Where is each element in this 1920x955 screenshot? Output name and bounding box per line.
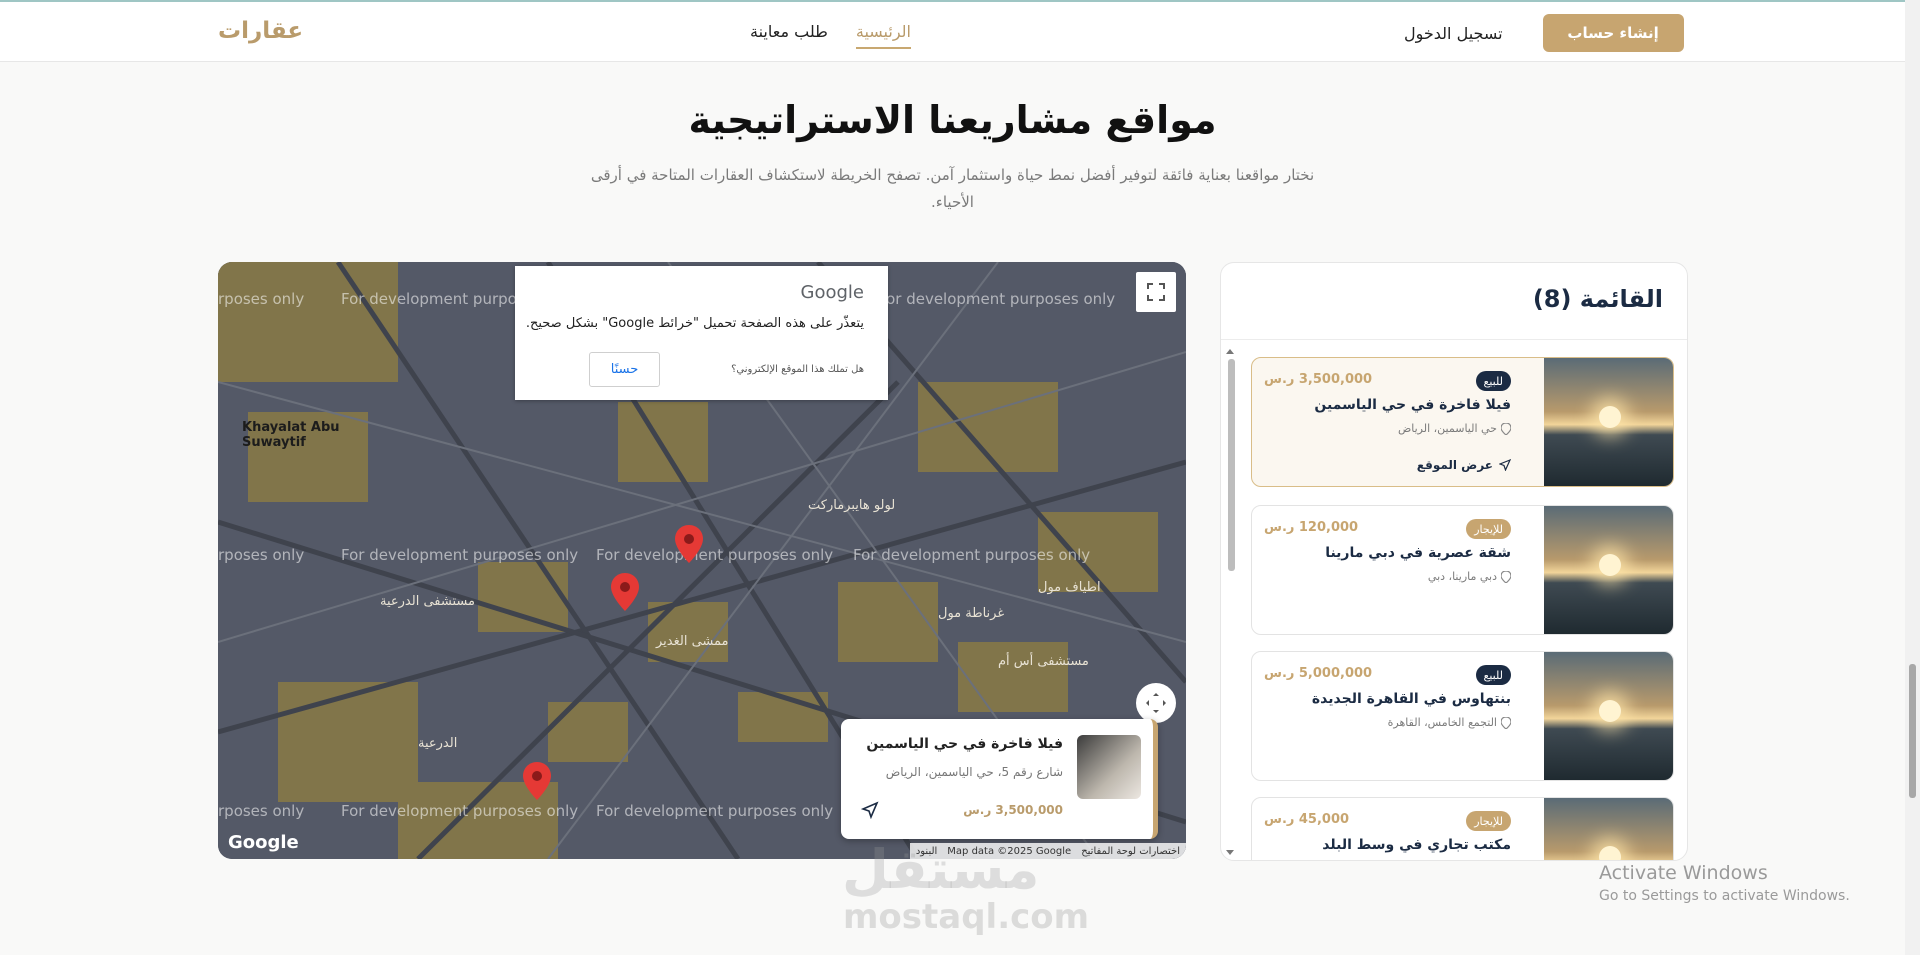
location-text: دبي مارينا، دبي — [1427, 570, 1497, 583]
location-pin-icon — [1501, 716, 1511, 729]
location-pin-icon — [1501, 422, 1511, 435]
location-pin-icon — [1501, 570, 1511, 583]
property-location: حي الياسمين، الرياض — [1398, 422, 1511, 435]
navigate-icon[interactable] — [861, 801, 879, 819]
fullscreen-icon — [1147, 283, 1165, 301]
map-label-granada-mall: غرناطة مول — [938, 606, 1005, 621]
fullscreen-button[interactable] — [1136, 272, 1176, 312]
dev-watermark: For development purposes only — [853, 546, 1091, 564]
nav-links: الرئيسية طلب معاينة — [750, 22, 911, 49]
property-title: شقة عصرية في دبي مارينا — [1325, 545, 1511, 561]
map[interactable]: rposes only For development purposes onl… — [218, 262, 1186, 859]
popup-title: فيلا فاخرة في حي الياسمين — [866, 736, 1063, 752]
dev-watermark: For development purposes only — [596, 802, 834, 820]
property-image — [1544, 798, 1673, 860]
dev-watermark: For development purposes only — [878, 290, 1116, 308]
property-title: فيلا فاخرة في حي الياسمين — [1314, 397, 1511, 413]
nav-request-viewing[interactable]: طلب معاينة — [750, 22, 828, 49]
page-scrollbar[interactable] — [1905, 0, 1920, 955]
map-label-diriyah-hospital: مستشفى الدرعية — [380, 594, 475, 609]
status-badge: للبيع — [1475, 371, 1511, 391]
list-scrollbar[interactable] — [1225, 347, 1235, 857]
property-location: دبي مارينا، دبي — [1428, 570, 1511, 583]
popup-price: 3,500,000 ر.س — [963, 803, 1063, 817]
status-badge: للبيع — [1475, 665, 1511, 685]
section-subtitle: نختار مواقعنا بعناية فائقة لتوفير أفضل ن… — [590, 166, 1315, 211]
dev-watermark: rposes only — [218, 802, 305, 820]
dev-watermark: For development purposes only — [341, 546, 579, 564]
scroll-down-icon[interactable] — [1225, 849, 1235, 857]
nav-home[interactable]: الرئيسية — [855, 22, 911, 49]
property-location: التجمع الخامس، القاهرة — [1388, 716, 1511, 729]
site-watermark: مستقل — [842, 838, 1040, 901]
property-price: 3,500,000 ر.س — [1264, 372, 1373, 387]
list-title: القائمة (8) — [1532, 285, 1663, 313]
camera-control-button[interactable] — [1136, 683, 1176, 723]
map-marker-pin[interactable] — [523, 762, 551, 800]
map-label-lulu: لولو هايبرماركت — [808, 498, 896, 513]
error-message: يتعذّر على هذه الصفحة تحميل "خرائط Googl… — [525, 316, 864, 331]
property-title: مكتب تجاري في وسط البلد — [1322, 837, 1511, 853]
nav-actions: تسجيل الدخول إنشاء حساب — [1404, 14, 1684, 52]
site-watermark-url: mostaql.com — [843, 897, 1090, 937]
popup-property-image — [1077, 735, 1141, 799]
map-label-sm-hospital: مستشفى أس أم — [998, 654, 1089, 669]
navigate-icon — [1499, 459, 1511, 471]
map-marker-pin[interactable] — [611, 573, 639, 611]
dev-watermark: rposes only — [218, 290, 305, 308]
property-title: بنتهاوس في القاهرة الجديدة — [1311, 691, 1511, 707]
map-label-khayalat: Khayalat Abu Suwaytif — [242, 420, 340, 450]
signup-button[interactable]: إنشاء حساب — [1542, 14, 1684, 52]
activation-subtitle: Go to Settings to activate Windows. — [1599, 888, 1850, 904]
view-location-label: عرض الموقع — [1416, 458, 1493, 472]
view-location-button[interactable]: عرض الموقع — [1417, 458, 1511, 472]
google-logo: Google — [228, 832, 299, 853]
property-price: 5,000,000 ر.س — [1264, 666, 1373, 681]
dev-watermark: For development purposes only — [596, 546, 834, 564]
login-link[interactable]: تسجيل الدخول — [1404, 24, 1503, 43]
map-info-window[interactable]: فيلا فاخرة في حي الياسمين شارع رقم 5، حي… — [841, 719, 1158, 839]
pan-arrows-icon — [1146, 693, 1166, 713]
property-image — [1544, 652, 1673, 780]
property-image — [1544, 358, 1673, 486]
activation-title: Activate Windows — [1599, 862, 1768, 884]
scroll-up-icon[interactable] — [1225, 347, 1235, 355]
keyboard-shortcuts-link[interactable]: اختصارات لوحة المفاتيح — [1081, 846, 1180, 857]
owner-question-link[interactable]: هل تملك هذا الموقع الإلكتروني؟ — [731, 364, 864, 375]
property-card[interactable]: للبيع 3,500,000 ر.س فيلا فاخرة في حي الي… — [1251, 357, 1674, 487]
location-text: حي الياسمين، الرياض — [1397, 422, 1497, 435]
dev-watermark: rposes only — [218, 546, 305, 564]
google-maps-error-dialog: Google يتعذّر على هذه الصفحة تحميل "خرائ… — [515, 266, 888, 400]
page-scroll-thumb[interactable] — [1909, 664, 1916, 798]
list-scroll-thumb[interactable] — [1228, 359, 1235, 571]
status-badge: للإيجار — [1466, 519, 1511, 539]
map-label-ghadeer-walk: ممشى الغدير — [656, 634, 729, 649]
property-price: 120,000 ر.س — [1264, 520, 1359, 535]
property-card[interactable]: للإيجار 120,000 ر.س شقة عصرية في دبي مار… — [1251, 505, 1674, 635]
google-logo: Google — [800, 282, 864, 303]
location-text: التجمع الخامس، القاهرة — [1387, 716, 1497, 729]
navbar: عقارات الرئيسية طلب معاينة تسجيل الدخول … — [0, 2, 1905, 62]
list-divider — [1221, 339, 1687, 340]
map-label-diriyah: الدرعية — [418, 736, 458, 751]
property-card[interactable]: للإيجار 45,000 ر.س مكتب تجاري في وسط الب… — [1251, 797, 1674, 860]
ok-button[interactable]: حسنًا — [589, 352, 660, 387]
map-marker-pin[interactable] — [675, 525, 703, 563]
property-price: 45,000 ر.س — [1264, 812, 1350, 827]
status-badge: للإيجار — [1466, 811, 1511, 831]
map-label-atyaf-mall: اطياف مول — [1038, 580, 1101, 595]
brand-logo[interactable]: عقارات — [218, 18, 303, 44]
dev-watermark: For development purposes only — [341, 802, 579, 820]
property-card[interactable]: للبيع 5,000,000 ر.س بنتهاوس في القاهرة ا… — [1251, 651, 1674, 781]
property-image — [1544, 506, 1673, 634]
popup-address: شارع رقم 5، حي الياسمين، الرياض — [885, 765, 1063, 779]
property-list: القائمة (8) للبيع 3,500,000 ر.س فيلا فاخ… — [1220, 262, 1688, 861]
section-title: مواقع مشاريعنا الاستراتيجية — [688, 98, 1217, 142]
windows-activation-notice: Activate Windows Go to Settings to activ… — [1599, 862, 1850, 904]
